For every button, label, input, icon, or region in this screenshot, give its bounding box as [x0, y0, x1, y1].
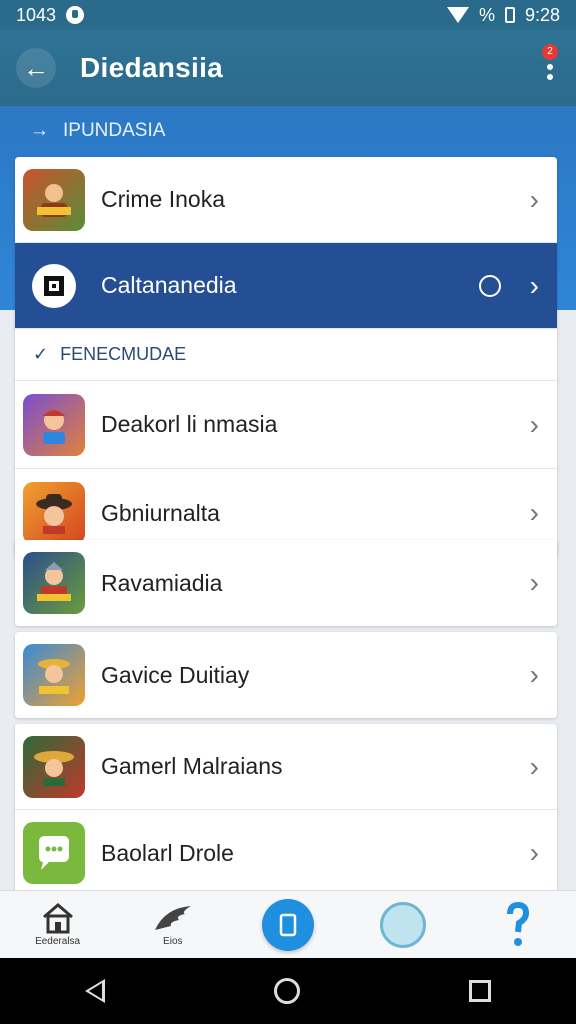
list-group: Gamerl Malraians › Baolarl Drole ›	[15, 724, 557, 896]
signal-text: %	[478, 4, 495, 25]
list-item-selected[interactable]: Caltananedia ›	[15, 243, 557, 329]
list-item-label: Ravamiadia	[101, 569, 223, 596]
section-header[interactable]: ✓ FENECMUDAE	[15, 329, 557, 381]
list-item[interactable]: Crime Inoka ›	[15, 157, 557, 243]
globe-icon	[380, 901, 427, 948]
list-group: Crime Inoka › Caltananedia › ✓ FENECMUDA…	[15, 157, 557, 557]
chevron-right-icon: ›	[529, 269, 539, 301]
check-icon: ✓	[33, 344, 49, 364]
puzzle-icon	[23, 255, 85, 317]
nav-second[interactable]: Eios	[128, 902, 218, 947]
nav-globe[interactable]	[358, 901, 448, 948]
status-time: 9:28	[524, 4, 560, 25]
game-icon-warrior	[23, 168, 85, 231]
list-item-label: Gbniurnalta	[101, 499, 220, 526]
page-title: Diedansiia	[80, 52, 224, 83]
back-button[interactable]: ←	[16, 48, 56, 88]
chevron-right-icon: ›	[529, 497, 539, 528]
overflow-menu-button[interactable]: 2	[538, 44, 562, 88]
arrow-right-icon: →	[30, 120, 49, 141]
wing-icon	[154, 906, 191, 930]
chevron-right-icon: ›	[529, 408, 539, 440]
system-back-icon[interactable]	[84, 979, 105, 1003]
list-group: Gavice Duitiay ›	[15, 632, 557, 718]
status-bar: 1043 % 9:28	[0, 0, 576, 30]
nav-home[interactable]: Eederalsa	[13, 902, 103, 947]
list-item[interactable]: Gamerl Malraians ›	[15, 724, 557, 810]
status-left: 1043	[16, 4, 85, 26]
list-item[interactable]: Baolarl Drole ›	[15, 810, 557, 896]
list-item-label: Deakorl li nmasia	[101, 411, 278, 437]
list-item[interactable]: Deakorl li nmasia ›	[15, 381, 557, 469]
status-right: % 9:28	[446, 4, 560, 26]
nav-center[interactable]	[243, 898, 333, 951]
section-header-label: FENECMUDAE	[60, 344, 187, 364]
chat-icon	[23, 822, 85, 884]
game-icon-cowboy	[23, 482, 85, 544]
list-item-label: Caltananedia	[101, 272, 237, 298]
nav-home-label: Eederalsa	[35, 936, 81, 947]
system-recents-icon[interactable]	[469, 980, 492, 1002]
game-icon-sombrero	[23, 735, 85, 798]
game-icon-adventurer	[23, 644, 85, 706]
list-item-label: Crime Inoka	[101, 186, 225, 212]
list-item[interactable]: Gavice Duitiay ›	[15, 632, 557, 718]
help-icon	[507, 901, 530, 946]
section-header[interactable]: → IPUNDASIA	[30, 120, 165, 142]
wifi-icon	[446, 7, 469, 23]
bookmark-icon	[279, 913, 297, 936]
chevron-right-icon: ›	[529, 183, 539, 215]
nav-help[interactable]	[473, 901, 563, 948]
nav-second-label: Eios	[163, 936, 183, 947]
arrow-left-icon: ←	[23, 52, 49, 83]
chevron-right-icon: ›	[529, 659, 539, 690]
battery-icon	[504, 7, 515, 23]
menu-dot-icon	[547, 64, 553, 70]
list-item[interactable]: Ravamiadia ›	[15, 540, 557, 626]
list-group: Ravamiadia ›	[15, 540, 557, 626]
notification-badge: 2	[542, 44, 558, 60]
chevron-right-icon: ›	[529, 567, 539, 598]
chevron-right-icon: ›	[529, 750, 539, 782]
list-item-label: Gavice Duitiay	[101, 661, 250, 688]
game-icon-hero	[23, 393, 85, 456]
status-left-text: 1043	[16, 4, 57, 25]
system-nav-bar	[0, 958, 576, 1024]
list-item-label: Baolarl Drole	[101, 839, 234, 866]
sync-icon[interactable]	[479, 274, 501, 297]
notification-icon	[66, 6, 85, 24]
section-header-label: IPUNDASIA	[63, 120, 166, 141]
home-icon	[42, 903, 73, 934]
bottom-nav: Eederalsa Eios	[0, 890, 576, 958]
system-home-icon[interactable]	[273, 978, 300, 1004]
chevron-right-icon: ›	[529, 837, 539, 868]
game-icon-knight	[23, 552, 85, 614]
list-item-label: Gamerl Malraians	[101, 753, 283, 779]
nav-center-button[interactable]	[261, 898, 314, 951]
menu-dot-icon	[547, 74, 553, 80]
app-bar: ← Diedansiia 2	[0, 30, 576, 106]
